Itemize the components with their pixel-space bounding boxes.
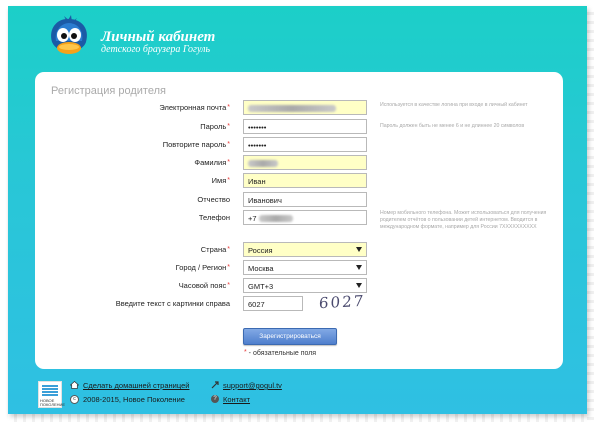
password-repeat-field[interactable]: ••••••• <box>243 137 367 152</box>
surname-label: Фамилия* <box>194 158 230 167</box>
torn-edge-bottom <box>8 414 587 422</box>
timezone-label: Часовой пояс* <box>178 281 230 290</box>
password-repeat-label: Повторите пароль* <box>162 140 230 149</box>
footer-logo: НОВОЕ ПОКОЛЕНИЕ <box>38 381 65 408</box>
email-field[interactable] <box>243 100 367 115</box>
captcha-image: 6027 <box>318 291 366 313</box>
email-icon <box>211 381 219 389</box>
chevron-down-icon <box>356 283 362 288</box>
header-title: Личный кабинет <box>101 29 216 45</box>
surname-value-masked <box>248 160 278 168</box>
homepage-link[interactable]: Сделать домашней страницей <box>83 381 189 390</box>
email-value-masked <box>248 105 336 113</box>
homepage-item: Сделать домашней страницей <box>69 381 189 390</box>
captcha-row: Введите текст с картинки справа 6027 602… <box>35 292 563 312</box>
password-label: Пароль* <box>200 122 230 131</box>
help-icon: ? <box>211 395 219 404</box>
email-label: Электронная почта* <box>159 103 230 112</box>
chevron-down-icon <box>356 247 362 252</box>
email-item: support@gogul.tv <box>211 381 282 390</box>
copyright-icon: c <box>70 394 79 404</box>
city-label: Город / Регион* <box>175 263 230 272</box>
support-email-link[interactable]: support@gogul.tv <box>223 381 282 390</box>
register-button[interactable]: Зарегистрироваться <box>243 328 337 345</box>
chevron-down-icon <box>356 265 362 270</box>
header-subtitle: детского браузера Гогуль <box>101 44 211 55</box>
patronymic-row: Отчество Иванович <box>35 192 563 208</box>
phone-label: Телефон <box>198 213 230 222</box>
timezone-select[interactable]: GMT+3 <box>243 278 367 293</box>
bird-logo-icon <box>51 15 87 54</box>
name-label: Имя* <box>211 176 230 185</box>
copyright-text: 2008-2015, Новое Поколение <box>83 395 185 404</box>
home-icon <box>69 381 80 389</box>
email-hint: Используется в качестве логина при входе… <box>380 102 528 108</box>
surname-field[interactable] <box>243 155 367 170</box>
registration-card: Регистрация родителя Электронная почта* … <box>35 72 563 369</box>
patronymic-field[interactable]: Иванович <box>243 192 367 207</box>
name-field[interactable]: Иван <box>243 173 367 188</box>
patronymic-label: Отчество <box>197 195 230 204</box>
phone-field[interactable]: +7 <box>243 210 367 225</box>
password-field[interactable]: ••••••• <box>243 119 367 134</box>
copyright-item: c 2008-2015, Новое Поколение <box>70 394 185 405</box>
city-select[interactable]: Москва <box>243 260 367 275</box>
contact-link[interactable]: Контакт <box>223 395 250 404</box>
city-row: Город / Регион* Москва <box>35 260 563 276</box>
surname-row: Фамилия* <box>35 155 563 171</box>
phone-value-masked <box>258 215 293 223</box>
name-row: Имя* Иван <box>35 173 563 189</box>
captcha-label: Введите текст с картинки справа <box>115 299 230 308</box>
timezone-row: Часовой пояс* GMT+3 <box>35 278 563 294</box>
password-repeat-row: Повторите пароль* ••••••• <box>35 137 563 153</box>
password-hint: Пароль должен быть не менее 6 и не длинн… <box>380 123 525 129</box>
required-fields-note: * - обязательные поля <box>244 349 317 357</box>
phone-hint: Номер мобильного телефона. Может использ… <box>380 210 547 230</box>
contact-item: ? Контакт <box>211 395 250 404</box>
form-title: Регистрация родителя <box>51 85 166 97</box>
captcha-input[interactable]: 6027 <box>243 296 303 311</box>
country-label: Страна* <box>200 245 230 254</box>
torn-edge-right <box>587 6 594 422</box>
country-row: Страна* Россия <box>35 242 563 258</box>
country-select[interactable]: Россия <box>243 242 367 257</box>
